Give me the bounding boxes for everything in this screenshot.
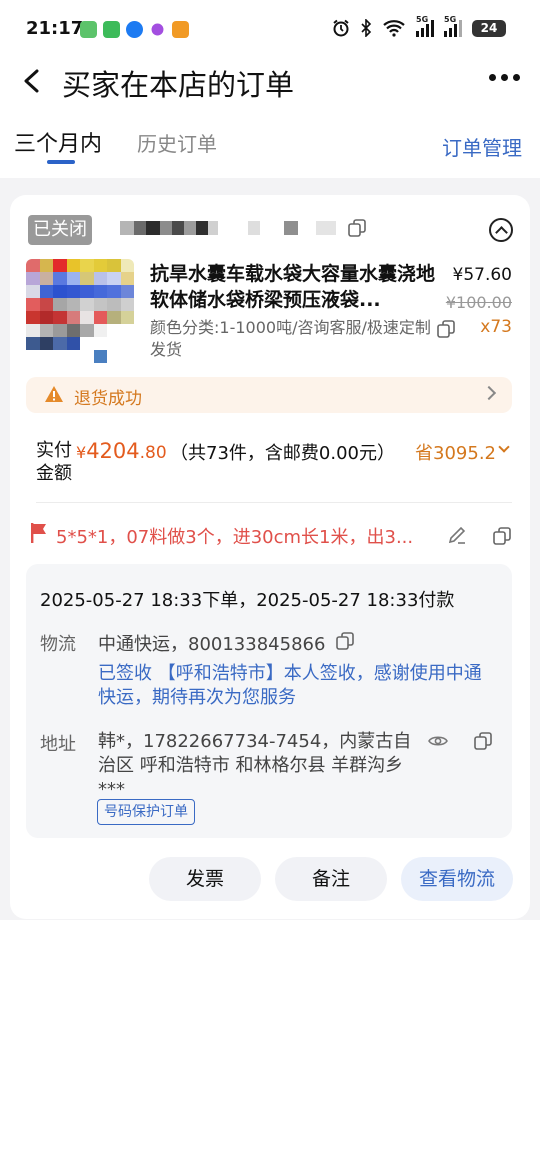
collapse-icon[interactable] — [489, 218, 513, 242]
status-right: 5G 5G 24 — [332, 15, 506, 37]
divider — [36, 502, 512, 503]
note-button[interactable]: 备注 — [275, 857, 387, 901]
eye-icon[interactable] — [428, 734, 448, 748]
message-app-icon — [103, 21, 120, 38]
shop-name-blurred — [120, 221, 348, 237]
shipping-address: 韩*，17822667734-7454，内蒙古自治区 呼和浩特市 和林格尔县 羊… — [98, 731, 412, 800]
more-options-icon[interactable] — [489, 74, 520, 81]
status-time: 21:17 — [26, 18, 84, 39]
product-original-price: ¥100.00 — [445, 293, 512, 312]
notification-app-icons — [80, 21, 189, 38]
tab-three-months[interactable]: 三个月内 — [14, 126, 102, 158]
shop-app-icon — [172, 21, 189, 38]
copy-icon[interactable] — [437, 320, 455, 338]
product-spec: 颜色分类:1-1000吨/咨询客服/极速定制发货 — [150, 318, 431, 359]
product-title[interactable]: 抗旱水囊车载水袋大容量水囊浇地软体储水袋桥梁预压液袋... — [150, 261, 440, 313]
warning-icon — [45, 386, 63, 402]
status-badge: 已关闭 — [28, 215, 92, 245]
battery-icon: 24 — [472, 19, 506, 37]
status-bar: 21:17 5G 5G 24 — [0, 0, 540, 60]
signal-icon: 5G — [444, 15, 462, 37]
signal-icon: 5G — [416, 15, 434, 37]
invoice-button[interactable]: 发票 — [149, 857, 261, 901]
order-tabs: 三个月内 历史订单 订单管理 — [0, 122, 540, 178]
chevron-right-icon — [481, 385, 497, 401]
active-tab-indicator — [47, 160, 75, 164]
order-info-box: 2025-05-27 18:33下单，2025-05-27 18:33付款 物流… — [26, 564, 512, 838]
order-card: 已关闭 抗旱水囊车载水袋大容量水囊浇地软体储水袋桥梁预压液袋... ¥57.60… — [10, 195, 530, 919]
refund-status-text: 退货成功 — [74, 389, 142, 409]
chevron-down-icon[interactable] — [498, 441, 510, 453]
back-arrow-icon[interactable] — [22, 69, 42, 93]
logistics-status[interactable]: 已签收 【呼和浩特市】本人签收，感谢使用中通快运，期待再次为您服务 — [98, 662, 498, 710]
flag-icon — [31, 523, 46, 543]
edit-icon[interactable] — [447, 525, 467, 545]
logistics-label: 物流 — [40, 634, 76, 655]
order-times: 2025-05-27 18:33下单，2025-05-27 18:33付款 — [40, 590, 455, 611]
seller-remark[interactable]: 5*5*1，07料做3个，进30cm长1米，出3... — [56, 523, 426, 549]
refund-status-bar[interactable]: 退货成功 — [26, 377, 512, 413]
privacy-order-tag: 号码保护订单 — [97, 799, 195, 825]
payment-amount: ¥4204.80 — [76, 439, 167, 463]
bluetooth-icon — [361, 19, 372, 37]
copy-icon[interactable] — [348, 219, 366, 237]
app-notification-icon — [80, 21, 97, 38]
payment-label: 实付金额 — [36, 440, 72, 484]
copy-icon[interactable] — [336, 632, 354, 650]
browser-app-icon — [126, 21, 143, 38]
product-quantity: x73 — [480, 317, 512, 337]
order-management-link[interactable]: 订单管理 — [442, 132, 522, 161]
page-title: 买家在本店的订单 — [62, 68, 295, 102]
alarm-icon — [333, 19, 349, 37]
address-label: 地址 — [40, 734, 76, 755]
wifi-icon — [383, 20, 405, 37]
copy-icon[interactable] — [493, 527, 511, 545]
payment-detail: （共73件，含邮费0.00元） — [170, 443, 395, 464]
tab-history-orders[interactable]: 历史订单 — [137, 128, 217, 157]
view-logistics-button[interactable]: 查看物流 — [401, 857, 513, 901]
product-price: ¥57.60 — [452, 265, 512, 285]
product-thumbnail[interactable] — [26, 259, 134, 363]
dot-app-icon — [151, 23, 164, 36]
saved-amount[interactable]: 省3095.2 — [415, 439, 496, 465]
logistics-number: 中通快运，800133845866 — [98, 634, 326, 655]
copy-icon[interactable] — [474, 732, 492, 750]
page-header: 买家在本店的订单 — [0, 60, 540, 104]
